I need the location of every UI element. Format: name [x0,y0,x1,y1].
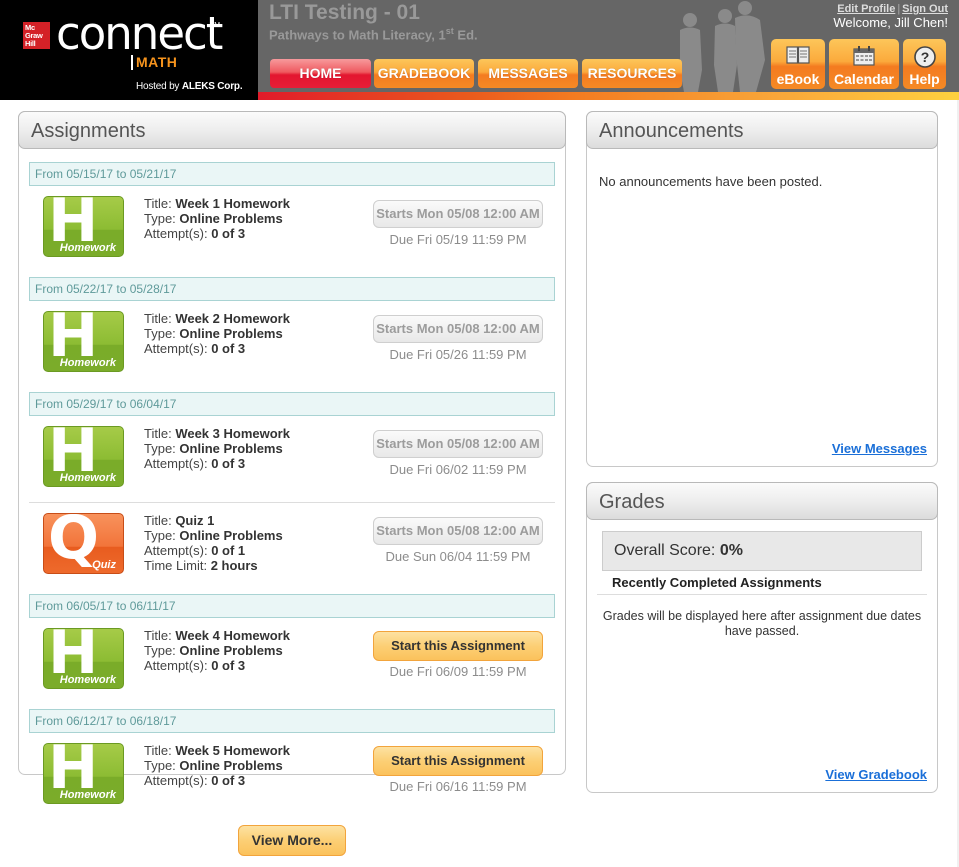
grades-panel: Grades Overall Score: 0% Recently Comple… [586,482,938,793]
week-range-header: From 05/15/17 to 05/21/17 [29,162,555,186]
overall-score: Overall Score: 0% [602,531,922,571]
calendar-icon [853,46,875,66]
link-separator: | [897,3,901,15]
welcome-message: Welcome, Jill Chen! [833,15,948,30]
svg-text:?: ? [920,49,929,65]
recently-completed-heading: Recently Completed Assignments [612,575,822,590]
assignment-info: Title: Quiz 1 Type: Online Problems Atte… [144,513,283,573]
help-icon: ? [913,46,936,68]
no-announcements-text: No announcements have been posted. [599,174,823,189]
assignment-type: Online Problems [179,211,283,226]
item-divider [29,502,555,503]
assignment-attempts: 0 of 3 [211,658,246,673]
assignment-attempts: 0 of 3 [211,456,246,471]
view-gradebook-link[interactable]: View Gradebook [825,767,927,782]
header-accent-stripe [258,92,959,100]
starts-date-button: Starts Mon 05/08 12:00 AM [373,200,543,228]
week-range-header: From 06/12/17 to 06/18/17 [29,709,555,733]
starts-date-button: Starts Mon 05/08 12:00 AM [373,315,543,343]
sign-out-link[interactable]: Sign Out [902,3,948,15]
due-date: Due Sun 06/04 11:59 PM [385,549,531,564]
week-range-header: From 05/29/17 to 06/04/17 [29,392,555,416]
homework-icon: H Homework [43,426,124,487]
assignment-title: Week 2 Homework [175,311,290,326]
assignment-attempts: 0 of 3 [211,773,246,788]
quiz-icon: Q Quiz [43,513,124,574]
calendar-button[interactable]: Calendar [829,39,899,89]
start-assignment-button[interactable]: Start this Assignment [373,746,543,776]
due-date: Due Fri 06/09 11:59 PM [389,664,527,679]
divider [597,594,927,595]
homework-icon: H Homework [43,743,124,804]
assignment-info: Title: Week 4 Homework Type: Online Prob… [144,628,290,673]
assignment-type: Online Problems [179,758,283,773]
ebook-button[interactable]: eBook [771,39,825,89]
assignment-info: Title: Week 3 Homework Type: Online Prob… [144,426,290,471]
nav-home[interactable]: HOME [270,59,371,88]
assignment-title: Quiz 1 [175,513,215,528]
course-subtitle: Pathways to Math Literacy, 1st Ed. [269,26,478,43]
assignment-type: Online Problems [179,643,283,658]
announcements-title: Announcements [586,111,938,149]
assignment-title: Week 4 Homework [175,628,290,643]
assignment-attempts: 0 of 1 [211,543,246,558]
help-label: Help [909,71,940,87]
ebook-label: eBook [776,71,820,87]
homework-icon: H Homework [43,196,124,257]
assignment-title: Week 5 Homework [175,743,290,758]
announcements-panel: Announcements No announcements have been… [586,111,938,467]
assignment-time-limit: 2 hours [210,558,258,573]
nav-resources[interactable]: RESOURCES [582,59,682,88]
grades-note: Grades will be displayed here after assi… [602,609,922,638]
assignment-info: Title: Week 2 Homework Type: Online Prob… [144,311,290,356]
mcgraw-hill-logo: Mc Graw Hill [23,22,50,49]
book-icon [786,46,810,64]
help-button[interactable]: ? Help [903,39,946,89]
assignment-title: Week 1 Homework [175,196,290,211]
due-date: Due Fri 06/16 11:59 PM [389,779,527,794]
overall-score-value: 0% [719,542,743,559]
week-range-header: From 06/05/17 to 06/11/17 [29,594,555,618]
connect-math-logo: Mc Graw Hill connect TM MATH Hosted by A… [0,0,258,100]
assignment-type: Online Problems [179,441,283,456]
assignment-info: Title: Week 1 Homework Type: Online Prob… [144,196,290,241]
math-label: MATH [131,55,177,70]
due-date: Due Fri 05/19 11:59 PM [389,232,527,247]
calendar-label: Calendar [834,71,894,87]
trademark: TM [210,22,221,29]
due-date: Due Fri 05/26 11:59 PM [389,347,527,362]
view-more-button[interactable]: View More... [238,825,346,856]
account-links: Edit Profile | Sign Out [837,3,948,15]
nav-messages[interactable]: MESSAGES [478,59,578,88]
starts-date-button: Starts Mon 05/08 12:00 AM [373,517,543,545]
assignments-title: Assignments [18,111,566,149]
start-assignment-button[interactable]: Start this Assignment [373,631,543,661]
assignment-attempts: 0 of 3 [211,226,246,241]
course-title: LTI Testing - 01 [269,1,420,24]
homework-icon: H Homework [43,311,124,372]
assignment-type: Online Problems [179,326,283,341]
assignment-title: Week 3 Homework [175,426,290,441]
starts-date-button: Starts Mon 05/08 12:00 AM [373,430,543,458]
due-date: Due Fri 06/02 11:59 PM [389,462,527,477]
grades-title: Grades [586,482,938,520]
assignment-info: Title: Week 5 Homework Type: Online Prob… [144,743,290,788]
edit-profile-link[interactable]: Edit Profile [837,3,895,15]
week-range-header: From 05/22/17 to 05/28/17 [29,277,555,301]
hosted-by: Hosted by ALEKS Corp. [136,81,243,92]
nav-gradebook[interactable]: GRADEBOOK [374,59,474,88]
homework-icon: H Homework [43,628,124,689]
view-messages-link[interactable]: View Messages [832,441,927,456]
assignment-attempts: 0 of 3 [211,341,246,356]
assignment-type: Online Problems [179,528,283,543]
header: Mc Graw Hill connect TM MATH Hosted by A… [0,0,959,100]
